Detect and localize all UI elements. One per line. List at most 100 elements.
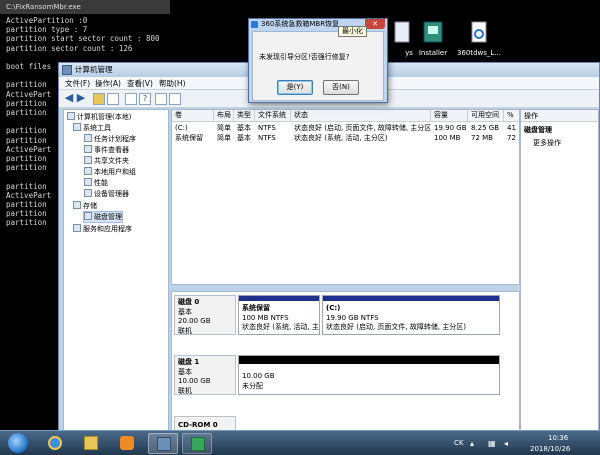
folder-icon xyxy=(84,436,98,450)
column-header-volume[interactable]: 卷 xyxy=(172,110,214,122)
volume-list: 卷 布局 类型 文件系统 状态 容量 可用空间 % (C:) 简单 基本 NTF… xyxy=(171,109,520,285)
volume-layout: 简单 xyxy=(217,134,231,142)
column-header-percent[interactable]: % xyxy=(504,110,519,122)
console-line: boot files xyxy=(6,62,52,71)
services-icon xyxy=(73,224,81,232)
gear-file-icon xyxy=(467,20,491,46)
actions-pane: 操作 磁盘管理 更多操作 xyxy=(520,109,599,431)
help-icon[interactable]: ? xyxy=(139,93,151,105)
console-tree-icon[interactable] xyxy=(107,93,119,105)
language-indicator[interactable]: CK xyxy=(454,439,463,447)
console-title: C:\FixRansomMbr.exe xyxy=(0,0,170,14)
disk-1-label[interactable]: 磁盘 1 基本 10.00 GB 联机 xyxy=(174,355,236,395)
menu-file[interactable]: 文件(F) xyxy=(65,77,90,90)
close-icon[interactable]: ✕ xyxy=(365,19,385,29)
volume-icon[interactable]: ◂ xyxy=(504,439,508,448)
volume-type: 基本 xyxy=(237,134,251,142)
tree-item-event-viewer[interactable]: 事件查看器 xyxy=(84,145,129,155)
console-line: partition xyxy=(6,218,47,228)
computer-management-icon xyxy=(157,437,171,451)
partition-unallocated[interactable]: 10.00 GB 未分配 xyxy=(238,355,500,395)
clock-time[interactable]: 10:36 xyxy=(548,434,568,442)
menu-help[interactable]: 帮助(H) xyxy=(159,77,186,90)
desktop-icon-label: 360tdws_L... xyxy=(457,49,501,57)
column-header-filesystem[interactable]: 文件系统 xyxy=(255,110,291,122)
no-button[interactable]: 否(N) xyxy=(323,80,359,95)
back-arrow-icon[interactable]: ◀ xyxy=(63,92,75,105)
actions-section-disk-management[interactable]: 磁盘管理 xyxy=(524,125,552,135)
app-360-icon xyxy=(251,21,258,28)
partition-c-drive[interactable]: (C:) 19.90 GB NTFS 状态良好 (启动, 页面文件, 故障转储,… xyxy=(322,295,500,335)
console-line: partition xyxy=(6,108,47,117)
disk-0-label[interactable]: 磁盘 0 基本 20.00 GB 联机 xyxy=(174,295,236,335)
column-header-capacity[interactable]: 容量 xyxy=(431,110,468,122)
computer-icon xyxy=(67,112,75,120)
tree-item-computer-management[interactable]: 计算机管理(本地) xyxy=(67,112,131,122)
folder-up-icon[interactable] xyxy=(93,93,105,105)
volume-name: 系统保留 xyxy=(175,134,203,142)
column-header-type[interactable]: 类型 xyxy=(234,110,255,122)
dialog-message: 未发现引导分区!否强行修复? xyxy=(259,53,350,61)
computer-management-window: 计算机管理 文件(F) 操作(A) 查看(V) 帮助(H) ◀ ▶ ? 计算机管… xyxy=(58,62,600,434)
column-header-status[interactable]: 状态 xyxy=(291,110,431,122)
device-icon xyxy=(84,189,92,197)
tools-icon xyxy=(73,123,81,131)
volume-percent: 72 xyxy=(507,134,516,142)
tray-arrow-icon[interactable]: ▴ xyxy=(470,439,474,448)
tree-item-performance[interactable]: 性能 xyxy=(84,178,108,188)
tree-item-device-manager[interactable]: 设备管理器 xyxy=(84,189,129,199)
clock-icon xyxy=(84,134,92,142)
mbr-repair-dialog: 360系统急救箱MBR恢复 ✕ 未发现引导分区!否强行修复? 是(Y) 否(N) xyxy=(248,18,388,103)
tree-item-shared-folders[interactable]: 共享文件夹 xyxy=(84,156,129,166)
disk-layout-view: 磁盘 0 基本 20.00 GB 联机 系统保留 100 MB NTFS 状态良… xyxy=(171,291,520,433)
tree-item-services-apps[interactable]: 服务和应用程序 xyxy=(73,224,132,234)
unallocated-bar xyxy=(239,356,499,364)
volume-name: (C:) xyxy=(175,124,188,132)
menu-action[interactable]: 操作(A) xyxy=(95,77,121,90)
disk-icon xyxy=(84,212,92,220)
taskbar-explorer[interactable] xyxy=(76,433,106,454)
more-actions-link[interactable]: 更多操作 xyxy=(533,138,561,148)
volume-capacity: 100 MB xyxy=(434,134,461,142)
dialog-body: 未发现引导分区!否强行修复? 是(Y) 否(N) xyxy=(252,31,384,101)
clock-date[interactable]: 2018/10/26 xyxy=(530,445,570,453)
taskbar-360-tool[interactable] xyxy=(182,433,212,454)
taskbar-media-player[interactable] xyxy=(112,433,142,454)
tree-item-disk-management[interactable]: 磁盘管理 xyxy=(83,211,123,223)
volume-type: 基本 xyxy=(237,124,251,132)
navigation-tree: 计算机管理(本地) 系统工具 任务计划程序 事件查看器 共享文件夹 本地用户和组… xyxy=(63,109,169,431)
menu-view[interactable]: 查看(V) xyxy=(127,77,153,90)
column-header-free-space[interactable]: 可用空间 xyxy=(468,110,504,122)
tree-item-local-users[interactable]: 本地用户和组 xyxy=(84,167,136,177)
actions-header: 操作 xyxy=(521,110,598,122)
start-button[interactable] xyxy=(8,433,28,453)
volume-layout: 简单 xyxy=(217,124,231,132)
console-line: partition xyxy=(6,163,47,173)
column-header-layout[interactable]: 布局 xyxy=(214,110,234,122)
taskbar-computer-management[interactable] xyxy=(148,433,178,454)
console-line: partition sector count : 126 xyxy=(6,43,133,53)
performance-icon xyxy=(84,178,92,186)
properties-icon[interactable] xyxy=(125,93,137,105)
volume-free: 72 MB xyxy=(471,134,493,142)
forward-arrow-icon[interactable]: ▶ xyxy=(75,92,87,105)
volume-percent: 41 xyxy=(507,124,516,132)
taskbar-ie[interactable] xyxy=(40,433,70,454)
tree-item-task-scheduler[interactable]: 任务计划程序 xyxy=(84,134,136,144)
computer-management-icon xyxy=(62,65,72,75)
tree-item-storage[interactable]: 存储 xyxy=(73,201,97,211)
tree-item-system-tools[interactable]: 系统工具 xyxy=(73,123,111,133)
yes-button[interactable]: 是(Y) xyxy=(277,80,313,95)
volume-filesystem: NTFS xyxy=(258,134,276,142)
shared-folder-icon xyxy=(84,156,92,164)
desktop-icon-360tdws[interactable]: 360tdws_L... xyxy=(449,20,509,57)
partition-system-reserved[interactable]: 系统保留 100 MB NTFS 状态良好 (系统, 活动, 主 xyxy=(238,295,320,335)
list-view-icon[interactable] xyxy=(155,93,167,105)
network-icon[interactable]: ▦ xyxy=(488,439,496,448)
taskbar: CK ▴ ▦ ◂ 10:36 2018/10/26 xyxy=(0,430,600,455)
users-icon xyxy=(84,167,92,175)
volume-filesystem: NTFS xyxy=(258,124,276,132)
primary-partition-bar xyxy=(239,296,319,301)
storage-icon xyxy=(73,201,81,209)
detail-view-icon[interactable] xyxy=(169,93,181,105)
